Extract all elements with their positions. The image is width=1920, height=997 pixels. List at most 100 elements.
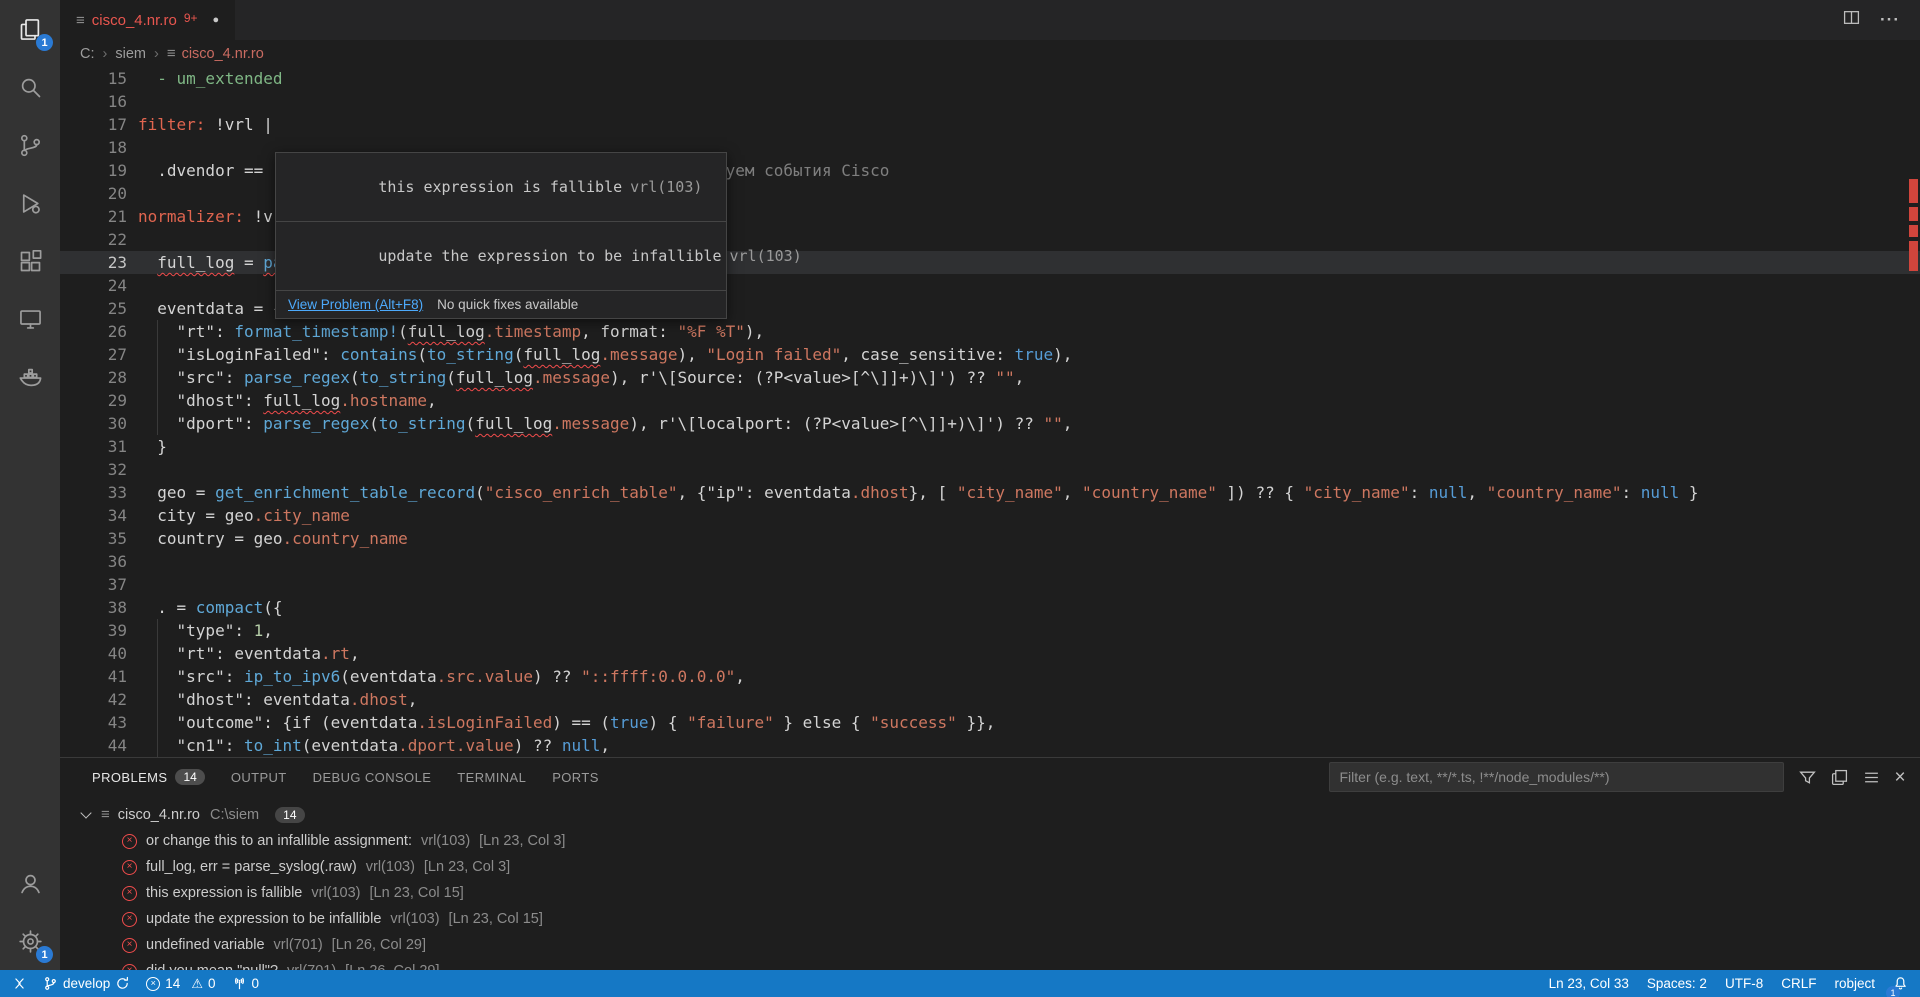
filter-icon[interactable] [1799, 769, 1816, 786]
vscode-window: 1 1 ≡ [0, 0, 1920, 970]
code-line-44[interactable]: 44 "cn1": to_int(eventdata.dport.value) … [60, 734, 1920, 757]
line-number: 21 [60, 205, 127, 228]
open-editors-icon[interactable] [1831, 769, 1848, 786]
indent-guide [157, 711, 158, 734]
code-line-43[interactable]: 43 "outcome": {if (eventdata.isLoginFail… [60, 711, 1920, 734]
problem-location: [Ln 26, Col 29] [332, 937, 426, 953]
panel-tab-problems[interactable]: PROBLEMS14 [92, 758, 205, 796]
tab-bar-actions: ··· [1843, 0, 1920, 40]
remote-indicator[interactable] [12, 970, 27, 997]
line-number: 40 [60, 642, 127, 665]
explorer-badge: 1 [36, 34, 53, 51]
panel-actions: × [1329, 762, 1907, 792]
panel-tab-ports[interactable]: PORTS [552, 758, 599, 796]
code-line-39[interactable]: 39 "type": 1, [60, 619, 1920, 642]
encoding-setting[interactable]: UTF-8 [1725, 970, 1763, 997]
sidebar-item-source-control[interactable] [0, 116, 60, 174]
problem-row[interactable]: ×did you mean "null"?vrl(701)[Ln 26, Col… [60, 958, 1920, 970]
panel-tab-output[interactable]: OUTPUT [231, 758, 287, 796]
problems-count-badge: 14 [275, 807, 304, 823]
code-line-26[interactable]: 26 "rt": format_timestamp!(full_log.time… [60, 320, 1920, 343]
breadcrumb: C: › siem › ≡ cisco_4.nr.ro [60, 40, 1920, 67]
code-line-27[interactable]: 27 "isLoginFailed": contains(to_string(f… [60, 343, 1920, 366]
account-icon [17, 870, 44, 897]
problem-source: vrl(701) [287, 963, 336, 970]
problems-filter-input[interactable] [1329, 762, 1784, 792]
breadcrumb-file[interactable]: ≡ cisco_4.nr.ro [167, 45, 264, 62]
code-line-38[interactable]: 38 . = compact({ [60, 596, 1920, 619]
problem-location: [Ln 23, Col 15] [370, 885, 464, 901]
line-number: 18 [60, 136, 127, 159]
eol-setting[interactable]: CRLF [1781, 970, 1816, 997]
sidebar-item-extensions[interactable] [0, 232, 60, 290]
sidebar-item-docker[interactable] [0, 348, 60, 406]
problems-file-row[interactable]: ≡ cisco_4.nr.ro C:\siem 14 [60, 801, 1920, 828]
code-line-29[interactable]: 29 "dhost": full_log.hostname, [60, 389, 1920, 412]
problem-row[interactable]: ×undefined variablevrl(701)[Ln 26, Col 2… [60, 932, 1920, 958]
code-line-16[interactable]: 16 [60, 90, 1920, 113]
sidebar-item-search[interactable] [0, 58, 60, 116]
problem-row[interactable]: ×this expression is falliblevrl(103)[Ln … [60, 880, 1920, 906]
view-menu-icon[interactable] [1863, 769, 1880, 786]
sidebar-item-accounts[interactable] [0, 854, 60, 912]
panel-tab-terminal[interactable]: TERMINAL [457, 758, 526, 796]
cursor-position[interactable]: Ln 23, Col 33 [1549, 970, 1629, 997]
problem-source: vrl(701) [274, 937, 323, 953]
code-line-30[interactable]: 30 "dport": parse_regex(to_string(full_l… [60, 412, 1920, 435]
indentation-setting[interactable]: Spaces: 2 [1647, 970, 1707, 997]
problem-source: vrl(103) [390, 911, 439, 927]
modified-dot-icon[interactable]: ● [213, 14, 220, 26]
problem-row[interactable]: ×update the expression to be infalliblev… [60, 906, 1920, 932]
split-editor-icon[interactable] [1843, 9, 1860, 31]
editor[interactable]: 15 - um_extended1617filter: !vrl |1819 .… [60, 67, 1920, 757]
panel-tab-debug-console[interactable]: DEBUG CONSOLE [313, 758, 432, 796]
editor-tab[interactable]: ≡ cisco_4.nr.ro 9+ ● [60, 0, 235, 40]
sidebar-item-settings[interactable]: 1 [0, 912, 60, 970]
sidebar-item-run-debug[interactable] [0, 174, 60, 232]
problems-file-path: C:\siem [210, 807, 259, 823]
code-line-33[interactable]: 33 geo = get_enrichment_table_record("ci… [60, 481, 1920, 504]
code-line-35[interactable]: 35 country = geo.country_name [60, 527, 1920, 550]
code-line-32[interactable]: 32 [60, 458, 1920, 481]
code-text: "isLoginFailed": contains(to_string(full… [138, 343, 1072, 366]
code-text: eventdata = { [138, 297, 283, 320]
code-line-36[interactable]: 36 [60, 550, 1920, 573]
code-text: country = geo.country_name [138, 527, 408, 550]
branch-indicator[interactable]: develop [43, 970, 130, 997]
code-line-15[interactable]: 15 - um_extended [60, 67, 1920, 90]
code-line-41[interactable]: 41 "src": ip_to_ipv6(eventdata.src.value… [60, 665, 1920, 688]
line-number: 25 [60, 297, 127, 320]
line-number: 41 [60, 665, 127, 688]
more-actions-icon[interactable]: ··· [1880, 10, 1900, 30]
code-line-42[interactable]: 42 "dhost": eventdata.dhost, [60, 688, 1920, 711]
view-problem-link[interactable]: View Problem (Alt+F8) [288, 297, 423, 312]
line-number: 43 [60, 711, 127, 734]
code-text: geo = get_enrichment_table_record("cisco… [138, 481, 1699, 504]
code-line-40[interactable]: 40 "rt": eventdata.rt, [60, 642, 1920, 665]
settings-badge: 1 [36, 946, 53, 963]
breadcrumb-item-drive[interactable]: C: [80, 46, 95, 62]
ports-indicator[interactable]: 0 [232, 970, 260, 997]
code-line-28[interactable]: 28 "src": parse_regex(to_string(full_log… [60, 366, 1920, 389]
status-bar-right: Ln 23, Col 33 Spaces: 2 UTF-8 CRLF robje… [1549, 970, 1908, 997]
line-number: 26 [60, 320, 127, 343]
indent-guide [157, 366, 158, 389]
notifications-bell[interactable]: 1 [1893, 970, 1908, 997]
indent-guide [157, 734, 158, 757]
close-panel-icon[interactable]: × [1895, 768, 1907, 787]
error-icon: × [146, 977, 160, 991]
problems-indicator[interactable]: × 14 ⚠ 0 [146, 970, 215, 997]
language-mode[interactable]: robject [1834, 970, 1875, 997]
code-line-34[interactable]: 34 city = geo.city_name [60, 504, 1920, 527]
problem-row[interactable]: ×full_log, err = parse_syslog(.raw)vrl(1… [60, 854, 1920, 880]
overview-ruler[interactable] [1906, 67, 1920, 757]
problem-row[interactable]: ×or change this to an infallible assignm… [60, 828, 1920, 854]
sidebar-item-explorer[interactable]: 1 [0, 0, 60, 58]
problems-view: ≡ cisco_4.nr.ro C:\siem 14 ×or change th… [60, 796, 1920, 970]
code-line-37[interactable]: 37 [60, 573, 1920, 596]
code-line-17[interactable]: 17filter: !vrl | [60, 113, 1920, 136]
code-line-31[interactable]: 31 } [60, 435, 1920, 458]
breadcrumb-item-folder[interactable]: siem [115, 46, 146, 62]
sidebar-item-remote-explorer[interactable] [0, 290, 60, 348]
line-number: 16 [60, 90, 127, 113]
